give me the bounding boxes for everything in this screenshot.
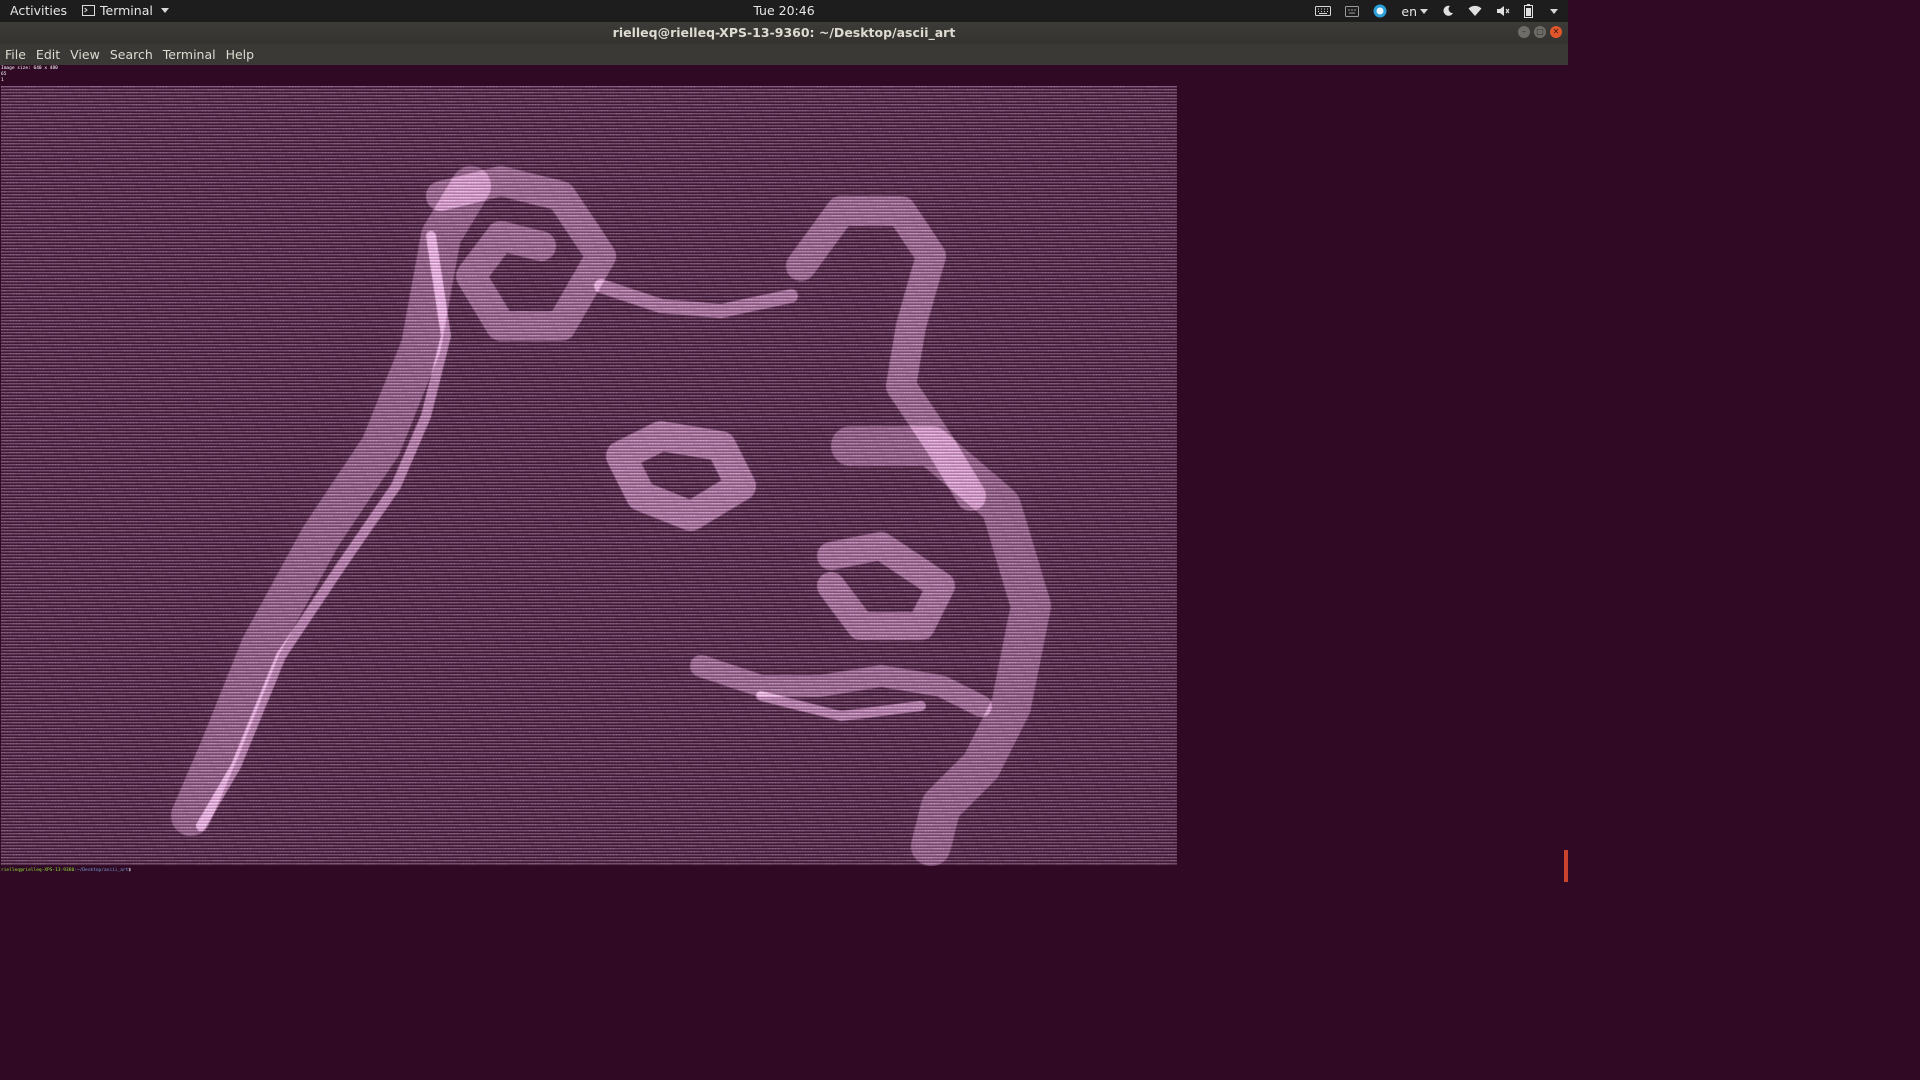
language-indicator[interactable]: en bbox=[1401, 2, 1428, 20]
terminal-output-line: 1 bbox=[1, 78, 4, 83]
night-light-icon[interactable] bbox=[1442, 2, 1454, 20]
window-title: rielleq@rielleq-XPS-13-9360: ~/Desktop/a… bbox=[612, 25, 956, 40]
chevron-down-icon bbox=[160, 8, 169, 13]
prompt-user: rielleq@rielleq-XPS-13-9360 bbox=[1, 868, 75, 873]
terminal-icon bbox=[82, 5, 95, 16]
minimize-button[interactable]: – bbox=[1518, 26, 1530, 38]
terminal-output-line: 65 bbox=[1, 72, 7, 77]
menu-view[interactable]: View bbox=[65, 47, 105, 62]
battery-icon[interactable] bbox=[1524, 2, 1533, 20]
scrollbar-indicator[interactable] bbox=[1564, 850, 1568, 882]
activities-button[interactable]: Activities bbox=[10, 3, 67, 18]
keyboard-icon[interactable] bbox=[1315, 2, 1332, 20]
menu-help[interactable]: Help bbox=[221, 47, 260, 62]
chevron-down-icon bbox=[1420, 8, 1428, 14]
skype-icon[interactable] bbox=[1373, 2, 1387, 20]
maximize-icon: □ bbox=[1536, 27, 1544, 36]
maximize-button[interactable]: □ bbox=[1534, 26, 1546, 38]
system-tray: en bbox=[1315, 2, 1558, 20]
close-button[interactable]: ✕ bbox=[1550, 26, 1562, 38]
gnome-top-bar: Activities Terminal Tue 20:46 en bbox=[0, 0, 1568, 22]
menubar: File Edit View Search Terminal Help bbox=[0, 44, 1568, 65]
shell-prompt: rielleq@rielleq-XPS-13-9360:~/Desktop/as… bbox=[1, 868, 134, 873]
terminal-area[interactable]: Image size: 640 x 480 65 1 rielleq@riell… bbox=[0, 65, 1568, 882]
screen-keyboard-icon[interactable] bbox=[1345, 2, 1360, 20]
menu-search[interactable]: Search bbox=[105, 47, 158, 62]
close-icon: ✕ bbox=[1552, 27, 1560, 36]
app-menu-label: Terminal bbox=[100, 3, 153, 18]
menu-file[interactable]: File bbox=[0, 47, 31, 62]
language-label: en bbox=[1401, 3, 1417, 19]
window-titlebar[interactable]: rielleq@rielleq-XPS-13-9360: ~/Desktop/a… bbox=[0, 22, 1568, 44]
menu-terminal[interactable]: Terminal bbox=[158, 47, 221, 62]
volume-muted-icon[interactable] bbox=[1496, 2, 1510, 20]
minimize-icon: – bbox=[1522, 27, 1526, 36]
app-menu[interactable]: Terminal bbox=[82, 3, 169, 18]
system-menu-icon[interactable] bbox=[1547, 2, 1558, 20]
prompt-symbol: $ bbox=[128, 868, 134, 873]
menu-edit[interactable]: Edit bbox=[31, 47, 65, 62]
ascii-art-output bbox=[1, 86, 1177, 866]
chevron-down-icon bbox=[1550, 8, 1558, 14]
prompt-path: :~/Desktop/ascii_art bbox=[74, 868, 129, 873]
wifi-icon[interactable] bbox=[1468, 2, 1482, 20]
terminal-output-line: Image size: 640 x 480 bbox=[1, 66, 58, 71]
clock[interactable]: Tue 20:46 bbox=[753, 3, 814, 18]
